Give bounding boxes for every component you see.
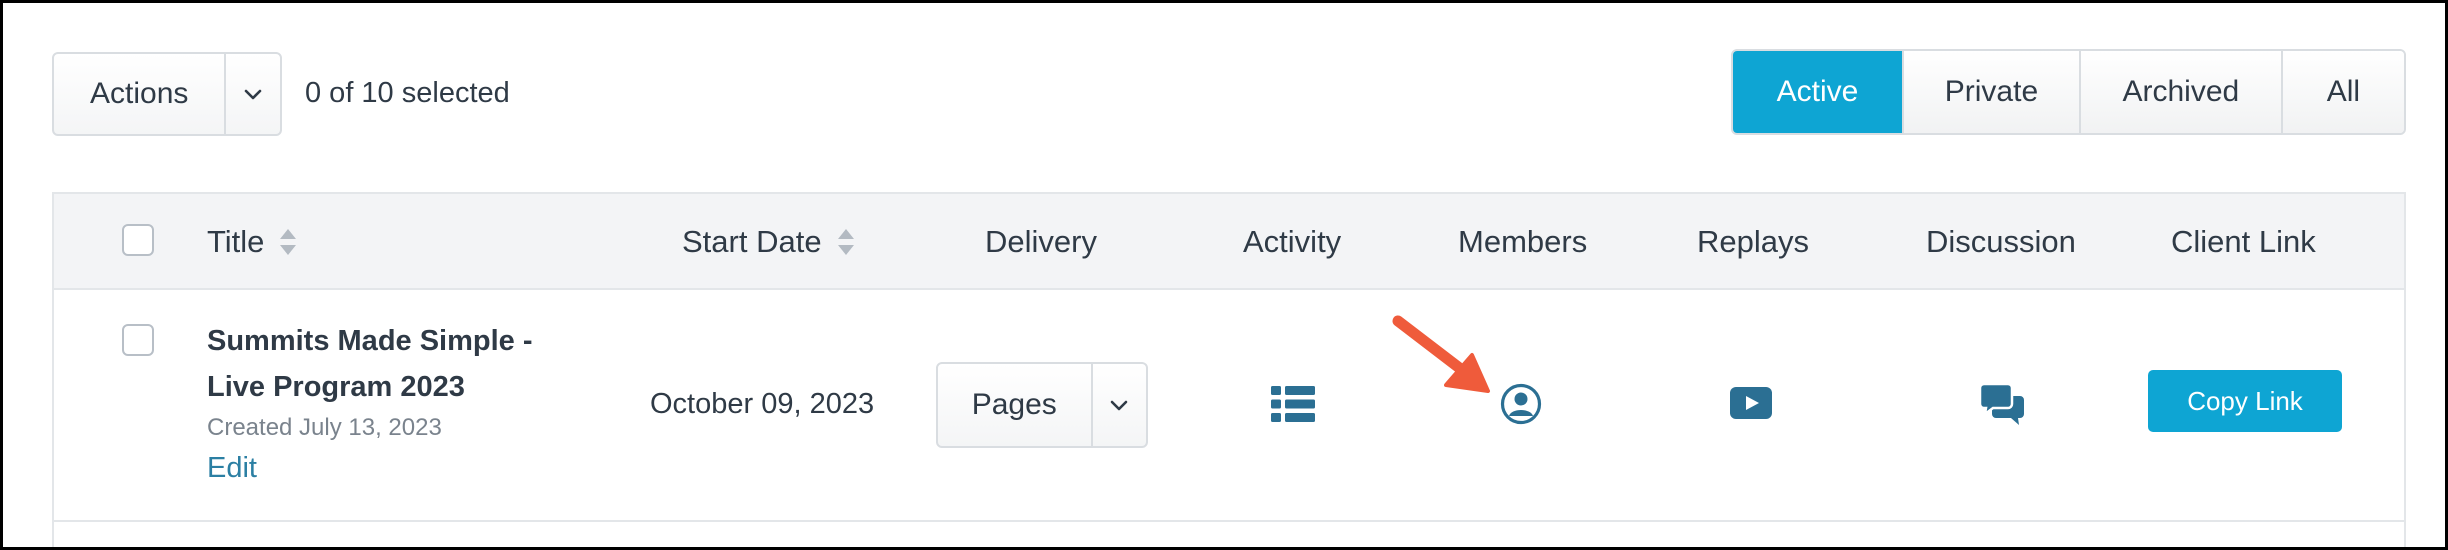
column-client-link-label: Client Link (2171, 224, 2316, 259)
table-row: Summits Made Simple - Live Program 2023 … (54, 290, 2404, 522)
column-replays-label: Replays (1697, 224, 1809, 259)
column-delivery-label: Delivery (985, 224, 1097, 259)
column-activity: Activity (1243, 194, 1341, 290)
column-members: Members (1458, 194, 1587, 290)
column-title-label: Title (207, 224, 265, 259)
copy-link-button[interactable]: Copy Link (2148, 370, 2342, 432)
column-client-link: Client Link (2171, 194, 2316, 290)
column-start-date[interactable]: Start Date (682, 194, 856, 290)
chevron-down-icon (1110, 400, 1128, 411)
sort-icon (837, 229, 854, 255)
delivery-dropdown[interactable]: Pages (936, 362, 1148, 448)
tab-all[interactable]: All (2280, 51, 2404, 133)
list-icon[interactable] (1271, 386, 1315, 422)
status-filter-tabs: Active Private Archived All (1731, 49, 2406, 135)
column-start-date-label: Start Date (682, 224, 822, 259)
page-frame: Actions 0 of 10 selected Active Private … (0, 0, 2448, 550)
selected-count: 0 of 10 selected (305, 77, 510, 109)
edit-link[interactable]: Edit (207, 452, 257, 485)
table-header: Title Start Date Delivery Activity Membe… (54, 194, 2404, 290)
column-replays: Replays (1697, 194, 1809, 290)
chat-bubbles-icon[interactable] (1980, 384, 2024, 426)
programs-table: Title Start Date Delivery Activity Membe… (52, 192, 2406, 547)
tab-archived[interactable]: Archived (2078, 51, 2281, 133)
created-date: Created July 13, 2023 (207, 414, 442, 441)
video-play-icon[interactable] (1730, 387, 1772, 419)
column-delivery: Delivery (985, 194, 1097, 290)
column-discussion: Discussion (1926, 194, 2076, 290)
column-discussion-label: Discussion (1926, 224, 2076, 259)
start-date: October 09, 2023 (650, 388, 875, 420)
column-members-label: Members (1458, 224, 1588, 259)
tab-private[interactable]: Private (1901, 51, 2079, 133)
row-checkbox[interactable] (122, 324, 154, 356)
actions-dropdown[interactable]: Actions (52, 52, 282, 136)
actions-caret-button[interactable] (224, 54, 280, 134)
program-title: Summits Made Simple - Live Program 2023 (207, 325, 533, 403)
actions-button[interactable]: Actions (54, 54, 224, 134)
red-arrow-icon (1392, 315, 1490, 393)
column-title[interactable]: Title (207, 194, 298, 290)
sort-icon (280, 229, 297, 255)
tab-active[interactable]: Active (1733, 51, 1902, 133)
column-activity-label: Activity (1243, 224, 1342, 259)
delivery-caret-button[interactable] (1090, 364, 1146, 446)
user-circle-icon[interactable] (1500, 383, 1542, 425)
chevron-down-icon (244, 89, 262, 100)
delivery-pages-button[interactable]: Pages (938, 364, 1091, 446)
select-all-checkbox[interactable] (122, 224, 154, 256)
